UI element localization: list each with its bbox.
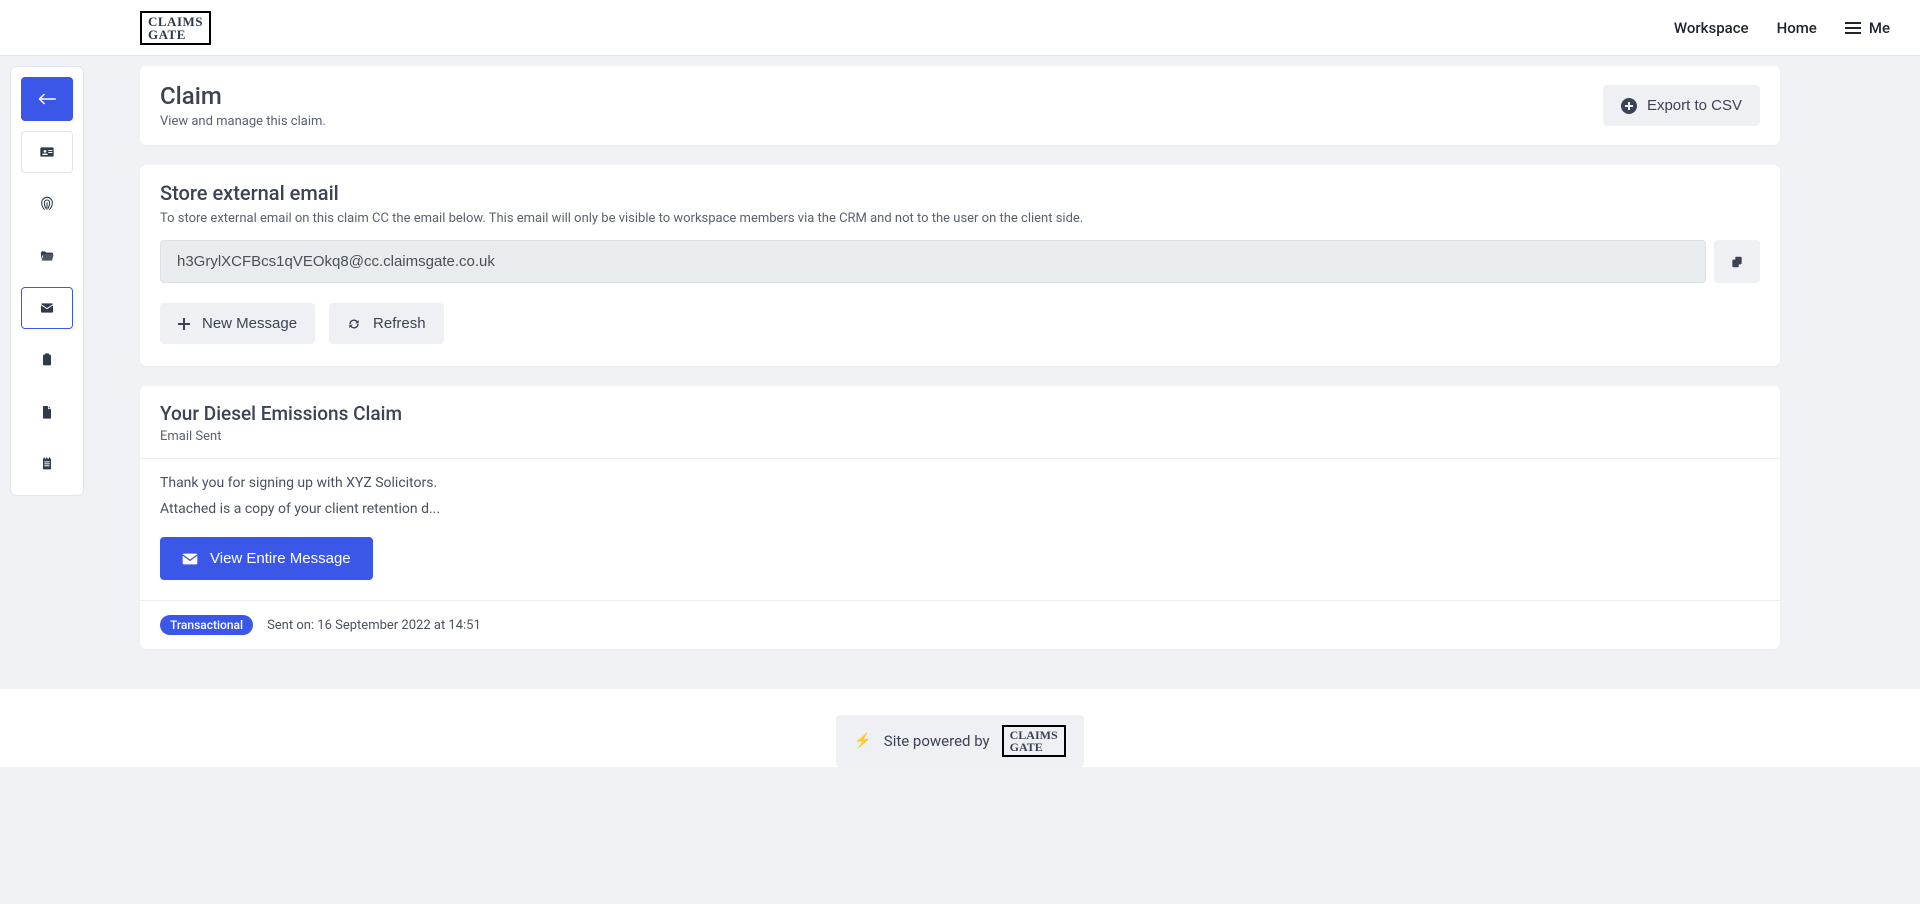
fingerprint-icon (39, 196, 55, 212)
sidebar-item-identity[interactable] (21, 183, 73, 225)
sidebar-item-contact[interactable] (21, 131, 73, 173)
nav-workspace-label: Workspace (1674, 19, 1749, 37)
store-email-card: Store external email To store external e… (140, 165, 1780, 366)
brand-line2: GATE (148, 28, 203, 41)
top-nav-links: Workspace Home Me (1674, 19, 1890, 37)
message-card: Your Diesel Emissions Claim Email Sent T… (140, 386, 1780, 649)
claim-header-card: Claim View and manage this claim. Export… (140, 66, 1780, 145)
message-sent-on: Sent on: 16 September 2022 at 14:51 (267, 618, 481, 633)
file-icon (39, 404, 55, 420)
plus-circle-icon (1621, 98, 1637, 114)
bolt-icon: ⚡ (854, 733, 871, 749)
powered-by-label: Site powered by (884, 732, 990, 750)
nav-home[interactable]: Home (1777, 19, 1817, 37)
copy-email-button[interactable] (1714, 240, 1760, 283)
sidebar-item-files[interactable] (21, 235, 73, 277)
envelope-icon (39, 300, 55, 316)
store-email-title: Store external email (160, 181, 1760, 205)
message-body-line1: Thank you for signing up with XYZ Solici… (160, 475, 1760, 491)
external-email-input[interactable] (160, 240, 1706, 283)
message-title: Your Diesel Emissions Claim (160, 402, 1760, 425)
sidebar (10, 66, 84, 496)
arrow-left-icon (38, 92, 56, 106)
export-csv-button[interactable]: Export to CSV (1603, 85, 1760, 126)
nav-workspace[interactable]: Workspace (1674, 19, 1749, 37)
plus-icon (178, 318, 190, 330)
powered-by-badge[interactable]: ⚡ Site powered by CLAIMS GATE (836, 715, 1083, 767)
sidebar-item-email[interactable] (21, 287, 73, 329)
page-subtitle: View and manage this claim. (160, 114, 326, 129)
nav-home-label: Home (1777, 19, 1817, 37)
top-nav-bar: CLAIMS GATE Workspace Home Me (0, 0, 1920, 56)
sidebar-item-documents[interactable] (21, 391, 73, 433)
new-message-button[interactable]: New Message (160, 303, 315, 344)
refresh-label: Refresh (373, 315, 426, 332)
view-entire-message-button[interactable]: View Entire Message (160, 537, 373, 580)
sidebar-item-tasks[interactable] (21, 339, 73, 381)
sidebar-back-button[interactable] (21, 77, 73, 121)
message-body-line2: Attached is a copy of your client retent… (160, 501, 1760, 517)
export-csv-label: Export to CSV (1647, 97, 1742, 114)
footer: ⚡ Site powered by CLAIMS GATE (0, 689, 1920, 767)
refresh-icon (347, 317, 361, 331)
view-message-label: View Entire Message (210, 550, 351, 567)
message-type-badge: Transactional (160, 615, 253, 635)
nav-me[interactable]: Me (1845, 19, 1890, 37)
page-title: Claim (160, 82, 326, 110)
refresh-button[interactable]: Refresh (329, 303, 444, 344)
id-card-icon (39, 144, 55, 160)
envelope-icon (182, 553, 198, 565)
clipboard-icon (39, 352, 55, 368)
menu-icon (1845, 22, 1861, 34)
folder-open-icon (39, 248, 55, 264)
brand-logo[interactable]: CLAIMS GATE (140, 11, 211, 45)
new-message-label: New Message (202, 315, 297, 332)
main-content: Claim View and manage this claim. Export… (140, 66, 1780, 649)
nav-me-label: Me (1869, 19, 1890, 37)
message-status: Email Sent (160, 429, 1760, 444)
notepad-icon (39, 456, 55, 472)
footer-brand-logo: CLAIMS GATE (1002, 725, 1066, 757)
copy-icon (1730, 254, 1744, 270)
sidebar-item-notes[interactable] (21, 443, 73, 485)
store-email-description: To store external email on this claim CC… (160, 211, 1760, 226)
